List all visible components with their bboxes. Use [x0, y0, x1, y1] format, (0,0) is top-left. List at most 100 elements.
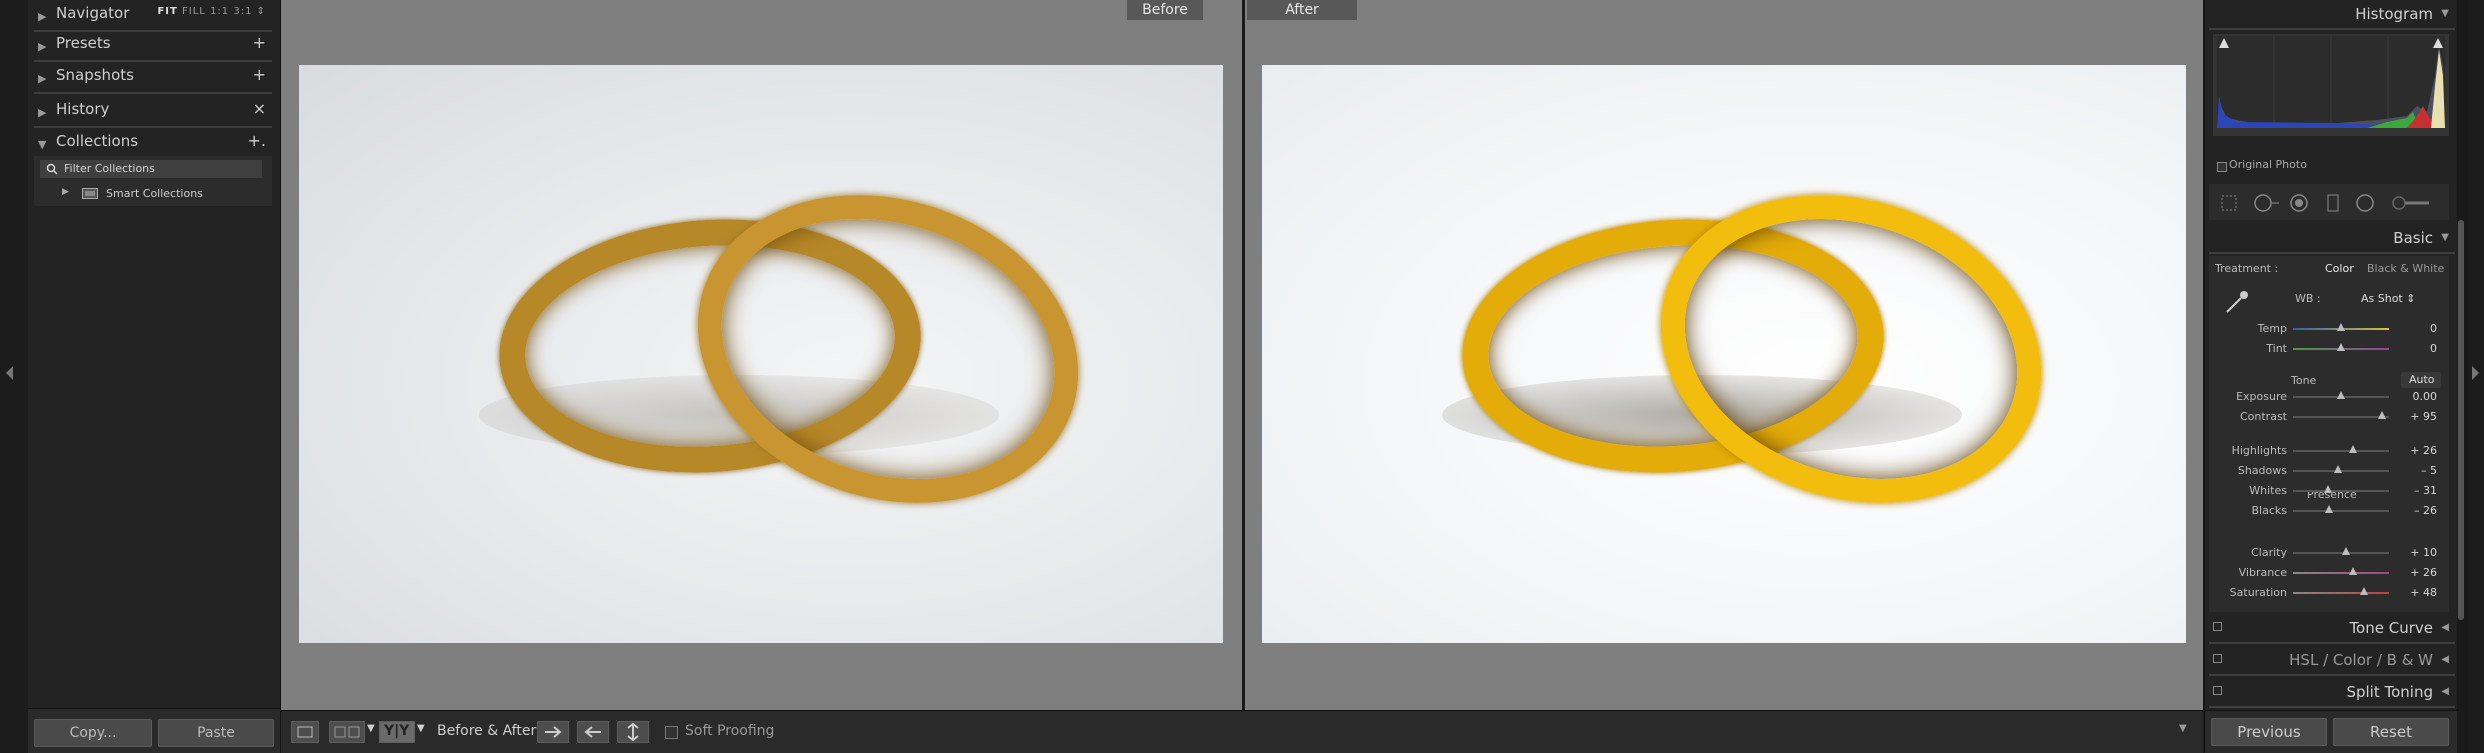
after-label: After: [1247, 0, 1357, 20]
slider-track-vibrance[interactable]: [2293, 567, 2389, 575]
slider-value-exposure[interactable]: 0.00: [2397, 390, 2438, 403]
collapse-triangle-icon: ▶: [38, 72, 47, 85]
slider-value-vibrance[interactable]: + 26: [2397, 566, 2437, 579]
clear-history-icon[interactable]: ×: [253, 99, 266, 118]
slider-track-shadows[interactable]: [2293, 465, 2389, 473]
zoom-fit[interactable]: FIT: [157, 6, 177, 17]
slider-track-contrast[interactable]: [2293, 411, 2389, 419]
slider-track-temp[interactable]: [2293, 323, 2389, 331]
filter-collections-field[interactable]: Filter Collections: [40, 160, 262, 178]
copy-button[interactable]: Copy...: [34, 719, 152, 747]
add-collection-icon[interactable]: +.: [248, 131, 267, 150]
slider-thumb[interactable]: [2349, 567, 2358, 575]
loupe-view-button[interactable]: [291, 721, 319, 743]
slider-value-shadows[interactable]: – 5: [2397, 464, 2437, 477]
swap-before-after-button[interactable]: [617, 721, 649, 743]
spot-removal-icon[interactable]: [2253, 193, 2281, 213]
slider-value-contrast[interactable]: + 95: [2397, 410, 2437, 423]
smart-collections-item[interactable]: ▶ Smart Collections: [40, 186, 262, 202]
ba-menu-arrow-icon[interactable]: ▼: [417, 723, 425, 734]
slider-value-highlights[interactable]: + 26: [2397, 444, 2437, 457]
auto-tone-button[interactable]: Auto: [2401, 372, 2441, 388]
left-panel-toggle[interactable]: [0, 0, 28, 752]
copy-after-to-before-button[interactable]: [577, 721, 609, 743]
toolbar-options-arrow-icon[interactable]: ▼: [2179, 723, 2187, 734]
copy-before-to-after-button[interactable]: [537, 721, 569, 743]
slider-value-tint[interactable]: 0: [2397, 342, 2437, 355]
right-ring: [657, 147, 1119, 551]
white-balance-eyedropper-icon[interactable]: [2223, 288, 2251, 316]
right-panel-scrollbar[interactable]: [2458, 220, 2464, 620]
zoom-fill[interactable]: FILL: [182, 6, 206, 17]
slider-thumb[interactable]: [2325, 505, 2334, 513]
expand-triangle-icon: ▼: [38, 138, 47, 151]
slider-value-saturation[interactable]: + 48: [2397, 586, 2437, 599]
histogram[interactable]: [2213, 34, 2449, 172]
original-photo-checkbox[interactable]: [2217, 162, 2227, 172]
tone-curve-header[interactable]: Tone Curve ◀: [2209, 614, 2455, 644]
panel-switch-icon[interactable]: [2213, 686, 2222, 695]
slider-thumb[interactable]: [2378, 411, 2387, 419]
slider-thumb[interactable]: [2341, 547, 2350, 555]
presets-header[interactable]: ▶ Presets +: [34, 30, 272, 62]
histogram-header[interactable]: Histogram ▼: [2209, 0, 2455, 30]
toolbar: ▼ Y|Y ▼ Before & After : Soft Proofing ▼: [281, 710, 2203, 753]
treatment-color-option[interactable]: Color: [2325, 262, 2354, 275]
slider-thumb[interactable]: [2337, 343, 2345, 351]
zoom-3to1[interactable]: 3:1 ⇕: [233, 6, 266, 17]
slider-label-contrast: Contrast: [2239, 410, 2287, 423]
zoom-1to1[interactable]: 1:1: [210, 6, 229, 17]
slider-thumb[interactable]: [2323, 485, 2332, 493]
reset-button[interactable]: Reset: [2333, 718, 2449, 746]
history-header[interactable]: ▶ History ×: [34, 96, 272, 128]
add-snapshot-icon[interactable]: +: [253, 65, 266, 84]
slider-track-clarity[interactable]: [2293, 547, 2389, 555]
before-photo[interactable]: [299, 65, 1223, 643]
split-toning-header[interactable]: Split Toning ◀: [2209, 678, 2455, 708]
soft-proofing-checkbox[interactable]: [665, 726, 678, 739]
slider-thumb[interactable]: [2337, 391, 2345, 399]
compare-menu-arrow-icon[interactable]: ▼: [367, 723, 375, 734]
radial-filter-icon[interactable]: [2355, 193, 2375, 213]
slider-value-clarity[interactable]: + 10: [2397, 546, 2437, 559]
crop-icon[interactable]: [2219, 193, 2239, 213]
after-photo[interactable]: [1262, 65, 2186, 643]
slider-track-blacks[interactable]: [2293, 505, 2389, 513]
panel-switch-icon[interactable]: [2213, 654, 2222, 663]
slider-track-whites[interactable]: [2293, 485, 2389, 493]
adjustment-brush-icon[interactable]: [2391, 193, 2431, 213]
slider-thumb[interactable]: [2337, 323, 2345, 331]
before-after-view-button[interactable]: Y|Y: [379, 721, 415, 743]
basic-header[interactable]: Basic ▼: [2209, 224, 2455, 254]
slider-value-whites[interactable]: – 31: [2397, 484, 2437, 497]
red-eye-icon[interactable]: [2289, 193, 2309, 213]
compare-view-button[interactable]: [329, 721, 365, 743]
panel-switch-icon[interactable]: [2213, 622, 2222, 631]
slider-track-saturation[interactable]: [2293, 587, 2389, 595]
slider-value-temp[interactable]: 0: [2397, 322, 2437, 335]
hsl-header[interactable]: HSL / Color / B & W ◀: [2209, 646, 2455, 676]
slider-label-saturation: Saturation: [2229, 586, 2287, 599]
graduated-filter-icon[interactable]: [2323, 193, 2343, 213]
collapse-triangle-icon: ▶: [38, 106, 47, 119]
slider-value-blacks[interactable]: – 26: [2397, 504, 2437, 517]
slider-track-exposure[interactable]: [2293, 391, 2389, 399]
collections-header[interactable]: ▼ Collections +.: [34, 128, 272, 158]
previous-button[interactable]: Previous: [2211, 718, 2327, 746]
snapshots-header[interactable]: ▶ Snapshots +: [34, 62, 272, 94]
hsl-title: HSL / Color / B & W: [2289, 651, 2433, 669]
slider-track-highlights[interactable]: [2293, 445, 2389, 453]
slider-thumb[interactable]: [2334, 465, 2343, 473]
expand-triangle-icon: ◀: [2441, 654, 2449, 665]
navigator-zoom-options[interactable]: FIT FILL 1:1 3:1 ⇕: [157, 6, 266, 17]
slider-thumb[interactable]: [2360, 587, 2369, 595]
right-panel-toggle[interactable]: [2468, 0, 2484, 752]
treatment-bw-option[interactable]: Black & White: [2367, 262, 2444, 275]
paste-button[interactable]: Paste: [158, 719, 274, 747]
navigator-header[interactable]: ▶ Navigator FIT FILL 1:1 3:1 ⇕: [34, 0, 272, 32]
add-preset-icon[interactable]: +: [253, 33, 266, 52]
slider-thumb[interactable]: [2349, 445, 2358, 453]
slider-track-tint[interactable]: [2293, 343, 2389, 351]
wb-dropdown[interactable]: As Shot ⇕: [2361, 292, 2415, 305]
expand-triangle-icon[interactable]: ▶: [62, 187, 69, 197]
